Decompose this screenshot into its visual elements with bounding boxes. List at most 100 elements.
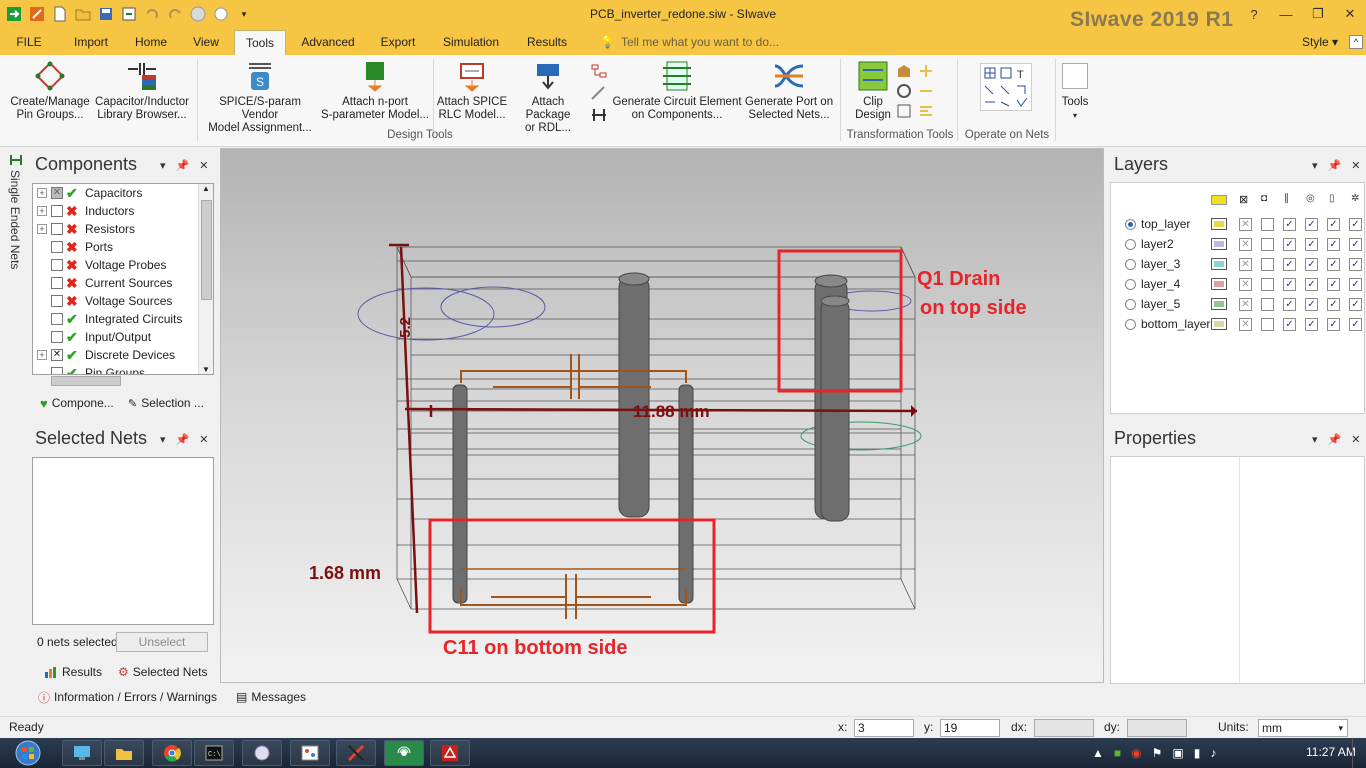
layer-visibility-toggle[interactable]: ✕ <box>1239 238 1252 251</box>
checkbox[interactable] <box>51 295 63 307</box>
layer-option-checkbox[interactable]: ✓ <box>1305 238 1318 251</box>
layer-visibility-toggle[interactable]: ✕ <box>1239 218 1252 231</box>
tree-item[interactable]: + ✕ ✔ Capacitors <box>37 184 142 202</box>
layer-option-checkbox[interactable]: ✓ <box>1327 278 1340 291</box>
scroll-thumb[interactable] <box>201 200 212 300</box>
pin-icon[interactable]: 📌 <box>176 433 190 446</box>
side-tab-single-ended-nets[interactable]: Single Ended Nets <box>8 170 22 269</box>
tools-icon[interactable] <box>27 4 47 24</box>
generate-port-button[interactable]: Generate Port on Selected Nets... <box>742 59 836 122</box>
net-tree-icon[interactable] <box>590 63 612 79</box>
tray-acrobat-icon[interactable]: ◉ <box>1131 746 1141 760</box>
taskbar-remote-icon[interactable] <box>62 740 102 766</box>
port-tool-icon[interactable] <box>590 107 612 123</box>
layer-visibility-toggle[interactable]: ✕ <box>1239 258 1252 271</box>
layer-option-checkbox[interactable]: ✓ <box>1305 258 1318 271</box>
units-select[interactable]: mm ▾ <box>1258 719 1348 737</box>
tab-import[interactable]: Import <box>64 30 118 55</box>
clip-design-button[interactable]: Clip Design <box>850 59 896 122</box>
capacitor-library-browser-button[interactable]: Capacitor/Inductor Library Browser... <box>92 59 192 122</box>
tree-item[interactable]: ✖ Voltage Probes <box>37 256 166 274</box>
checkbox[interactable] <box>51 205 63 217</box>
taskbar-cmd-icon[interactable]: C:\ <box>194 740 234 766</box>
layer-visibility-toggle[interactable]: ✕ <box>1239 278 1252 291</box>
taskbar-siwave-icon[interactable] <box>336 740 376 766</box>
tab-information-errors-warnings[interactable]: ⓘ Information / Errors / Warnings <box>38 686 217 708</box>
open-folder-icon[interactable] <box>73 4 93 24</box>
layer-option-checkbox[interactable]: ✓ <box>1283 298 1296 311</box>
tools-dropdown-button[interactable]: Tools ▾ <box>1058 59 1092 122</box>
horizontal-scrollbar[interactable] <box>33 375 215 387</box>
layer-option-checkbox[interactable]: ✓ <box>1349 218 1362 231</box>
tray-flag-icon[interactable]: ⚑ <box>1152 746 1163 760</box>
checkbox[interactable] <box>51 241 63 253</box>
layer-option-checkbox[interactable]: ✓ <box>1305 218 1318 231</box>
layer-option-checkbox[interactable] <box>1261 238 1274 251</box>
tab-results[interactable]: Results <box>44 661 102 683</box>
active-layer-radio[interactable] <box>1125 218 1136 230</box>
tree-item[interactable]: + ✖ Resistors <box>37 220 135 238</box>
close-icon[interactable]: ✕ <box>199 159 208 172</box>
show-desktop-button[interactable] <box>1352 738 1366 768</box>
layer-option-checkbox[interactable]: ✓ <box>1327 258 1340 271</box>
layer-option-checkbox[interactable]: ✓ <box>1305 318 1318 331</box>
layer-row[interactable]: layer_3 <box>1125 255 1180 273</box>
layer-color-swatch[interactable] <box>1211 258 1227 270</box>
close-icon[interactable]: ✕ <box>1351 433 1360 446</box>
tab-simulation[interactable]: Simulation <box>436 30 506 55</box>
expand-icon[interactable]: + <box>37 350 47 360</box>
chevron-down-icon[interactable]: ▾ <box>1312 433 1318 446</box>
tab-selected-nets[interactable]: ⚙ Selected Nets <box>118 661 207 683</box>
pin-icon[interactable]: 📌 <box>1328 433 1342 446</box>
tree-item[interactable]: ✔ Integrated Circuits <box>37 310 182 328</box>
taskbar-paint-icon[interactable] <box>290 740 330 766</box>
layer-option-checkbox[interactable]: ✓ <box>1349 318 1362 331</box>
tab-advanced[interactable]: Advanced <box>296 30 360 55</box>
taskbar-radio-icon[interactable] <box>384 740 424 766</box>
tell-me-search[interactable]: 💡 Tell me what you want to do... <box>600 30 779 55</box>
active-layer-radio[interactable] <box>1125 258 1136 270</box>
minimize-icon[interactable]: — <box>1270 0 1302 28</box>
operate-on-nets-gallery[interactable]: T <box>980 63 1032 111</box>
layer-option-checkbox[interactable] <box>1261 298 1274 311</box>
scroll-thumb[interactable] <box>51 376 121 386</box>
new-file-icon[interactable] <box>50 4 70 24</box>
dropdown-icon[interactable]: ▾ <box>234 4 254 24</box>
tray-app-icon[interactable]: ■ <box>1114 746 1121 760</box>
layer-option-checkbox[interactable]: ✓ <box>1327 238 1340 251</box>
layer-option-checkbox[interactable]: ✓ <box>1349 258 1362 271</box>
tray-network-icon[interactable]: ▮ <box>1194 746 1201 760</box>
circle-outline-icon[interactable] <box>211 4 231 24</box>
tab-export[interactable]: Export <box>370 30 426 55</box>
chevron-down-icon[interactable]: ▾ <box>160 433 166 446</box>
save-icon[interactable] <box>96 4 116 24</box>
active-layer-radio[interactable] <box>1125 278 1136 290</box>
spice-model-assignment-button[interactable]: S SPICE/S-param Vendor Model Assignment.… <box>200 59 320 135</box>
tree-item[interactable]: ✖ Voltage Sources <box>37 292 172 310</box>
taskbar-clock[interactable]: 11:27 AM <box>1306 745 1356 759</box>
close-icon[interactable]: ✕ <box>1334 0 1366 28</box>
tray-expand-icon[interactable]: ▲ <box>1092 746 1104 760</box>
layer-option-checkbox[interactable]: ✓ <box>1349 298 1362 311</box>
layer-row[interactable]: bottom_layer <box>1125 315 1210 333</box>
tab-tools[interactable]: Tools <box>234 30 286 56</box>
layer-row[interactable]: top_layer <box>1125 215 1190 233</box>
scale-icon[interactable] <box>896 103 912 119</box>
style-menu[interactable]: Style ▾ <box>1302 30 1338 55</box>
layer-option-checkbox[interactable]: ✓ <box>1327 318 1340 331</box>
scroll-down-icon[interactable]: ▼ <box>202 365 210 374</box>
rotate-icon[interactable] <box>896 83 912 99</box>
help-icon[interactable]: ? <box>1238 0 1270 28</box>
wand-icon[interactable] <box>590 85 612 101</box>
attach-nport-button[interactable]: Attach n-port S-parameter Model... <box>320 59 430 122</box>
layer-option-checkbox[interactable]: ✓ <box>1305 298 1318 311</box>
active-layer-radio[interactable] <box>1125 238 1136 250</box>
x-field[interactable]: 3 <box>854 719 914 737</box>
chevron-down-icon[interactable]: ▾ <box>1312 159 1318 172</box>
generate-circuit-element-button[interactable]: Generate Circuit Element on Components..… <box>612 59 742 122</box>
align-icon[interactable] <box>918 103 934 119</box>
properties-grid[interactable] <box>1110 456 1365 684</box>
checkbox[interactable] <box>51 313 63 325</box>
undo-icon[interactable] <box>142 4 162 24</box>
layer-option-checkbox[interactable]: ✓ <box>1283 218 1296 231</box>
